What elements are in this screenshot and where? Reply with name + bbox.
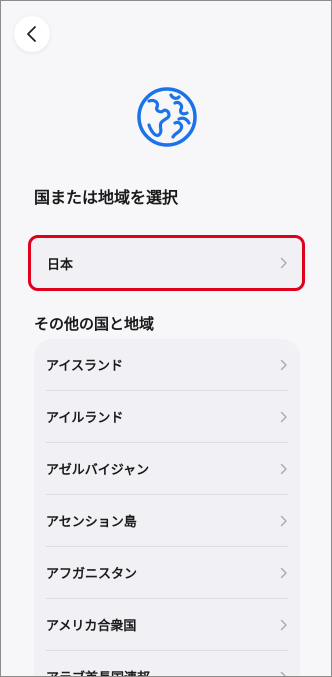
list-item[interactable]: アラブ首長国連邦 bbox=[46, 651, 288, 676]
list-item[interactable]: アイスランド bbox=[46, 339, 288, 390]
chevron-right-icon bbox=[280, 619, 288, 631]
country-label: アフガニスタン bbox=[46, 567, 138, 582]
list-item[interactable]: アイルランド bbox=[46, 391, 288, 442]
chevron-left-icon bbox=[27, 26, 36, 42]
chevron-right-icon bbox=[280, 567, 288, 579]
selected-country-label: 日本 bbox=[47, 257, 74, 273]
globe-icon bbox=[137, 87, 197, 147]
country-label: アセンション島 bbox=[46, 515, 137, 530]
country-label: アラブ首長国連邦 bbox=[46, 667, 150, 676]
chevron-right-icon bbox=[280, 359, 288, 371]
country-label: アイルランド bbox=[46, 411, 124, 426]
country-label: アゼルバイジャン bbox=[46, 463, 150, 478]
country-list: アイスランド アイルランド アゼルバイジャン アセンション島 アフガニスタン ア… bbox=[34, 339, 300, 676]
section-title: その他の国と地域 bbox=[34, 315, 155, 333]
country-label: アメリカ合衆国 bbox=[46, 619, 137, 634]
chevron-right-icon bbox=[280, 515, 288, 527]
screen: 国または地域を選択 日本 その他の国と地域 アイスランド アイルランド アゼルバ… bbox=[0, 0, 332, 677]
chevron-right-icon bbox=[280, 411, 288, 423]
list-item[interactable]: アフガニスタン bbox=[46, 547, 288, 598]
selected-country-row[interactable]: 日本 bbox=[28, 235, 305, 291]
chevron-right-icon bbox=[280, 463, 288, 475]
list-item[interactable]: アセンション島 bbox=[46, 495, 288, 546]
country-label: アイスランド bbox=[46, 359, 123, 374]
back-button[interactable] bbox=[14, 16, 50, 52]
chevron-right-icon bbox=[280, 671, 288, 676]
chevron-right-icon bbox=[280, 257, 288, 269]
list-item[interactable]: アゼルバイジャン bbox=[46, 443, 288, 494]
list-item[interactable]: アメリカ合衆国 bbox=[46, 599, 288, 650]
page-title: 国または地域を選択 bbox=[34, 188, 179, 207]
